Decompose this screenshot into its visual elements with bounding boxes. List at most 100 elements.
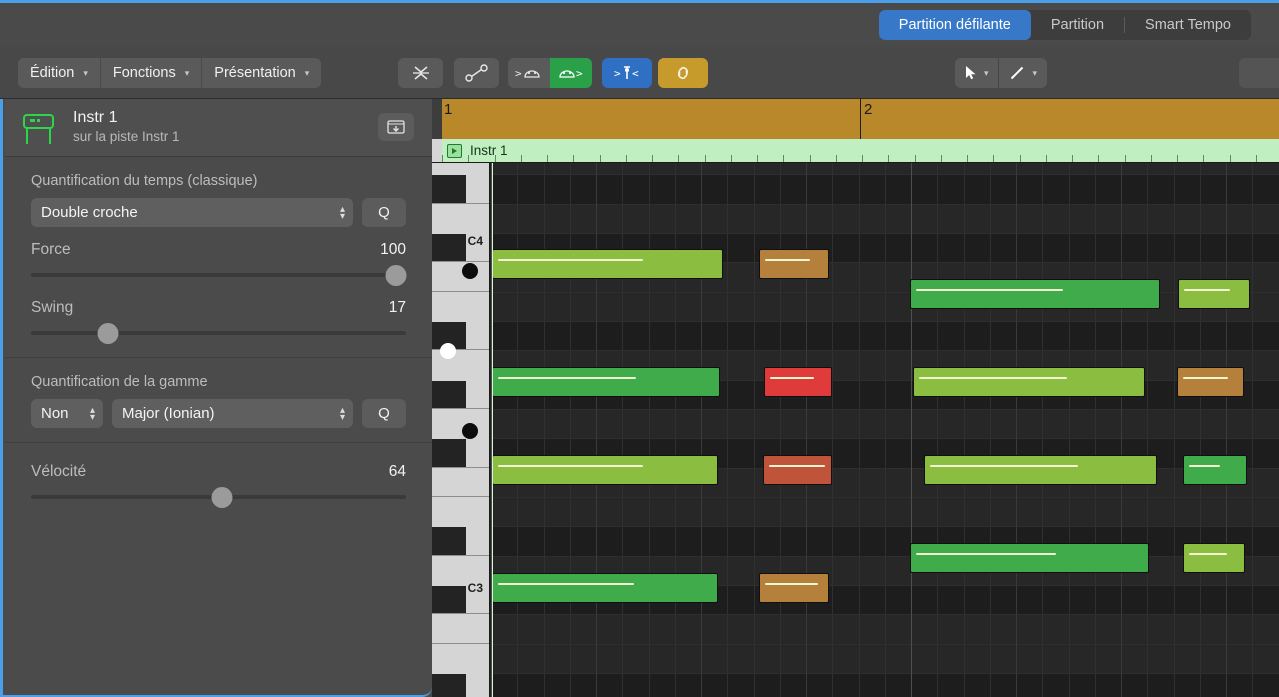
- link-button[interactable]: [658, 58, 708, 88]
- scale-root-select[interactable]: Non ▴▾: [31, 399, 103, 428]
- region-tick: [915, 155, 916, 162]
- mode-segment-partition[interactable]: Partition: [1031, 10, 1124, 40]
- region-tick: [573, 155, 574, 162]
- grid-line: [937, 163, 938, 697]
- grid-line: [964, 163, 965, 697]
- grid-line: [1226, 163, 1227, 697]
- note-curve-button[interactable]: [454, 58, 499, 88]
- midi-note[interactable]: [1183, 455, 1247, 485]
- swing-slider[interactable]: [31, 323, 406, 343]
- midi-in-button[interactable]: >: [508, 58, 550, 88]
- midi-note[interactable]: [492, 367, 720, 397]
- midi-note[interactable]: [759, 573, 829, 603]
- swing-slider-knob[interactable]: [98, 323, 119, 344]
- note-velocity-bar: [498, 465, 643, 467]
- region-tick: [783, 155, 784, 162]
- piano-key-label: C4: [468, 234, 483, 248]
- pencil-tool-button[interactable]: ▾: [998, 58, 1047, 88]
- piano-keyboard[interactable]: C4C3: [432, 163, 490, 697]
- force-slider-knob[interactable]: [386, 265, 407, 286]
- piano-key-marker-dot: [462, 263, 478, 279]
- region-lane[interactable]: Instr 1: [432, 139, 1279, 163]
- download-region-button[interactable]: [378, 113, 414, 141]
- midi-out-button[interactable]: >: [550, 58, 592, 88]
- piano-roll-area: 12 Instr 1 C4C3: [432, 99, 1279, 697]
- scale-type-select[interactable]: Major (Ionian) ▴▾: [112, 399, 353, 428]
- time-quantize-select[interactable]: Double croche ▴▾: [31, 198, 353, 227]
- midi-note[interactable]: [910, 543, 1149, 573]
- velocity-header: Vélocité 64: [31, 463, 406, 481]
- pointer-tool-icon: [965, 65, 977, 81]
- midi-note[interactable]: [492, 455, 718, 485]
- force-value: 100: [380, 241, 406, 259]
- pointer-tool-button[interactable]: ▾: [955, 58, 999, 88]
- grid-line: [780, 163, 781, 697]
- piano-white-key[interactable]: [432, 262, 490, 291]
- collapse-expand-icon: [410, 63, 432, 83]
- grid-line: [911, 163, 912, 697]
- midi-note[interactable]: [910, 279, 1160, 309]
- snap-to-grid-icon: > <: [614, 64, 640, 82]
- midi-note[interactable]: [492, 573, 718, 603]
- bar-ruler[interactable]: 12: [432, 99, 1279, 139]
- piano-black-key[interactable]: [432, 674, 466, 697]
- force-header: Force 100: [31, 241, 406, 259]
- piano-black-key[interactable]: [432, 527, 466, 554]
- mode-segment-smart-tempo[interactable]: Smart Tempo: [1125, 10, 1251, 40]
- velocity-section: Vélocité 64: [5, 443, 432, 521]
- region-tick: [888, 155, 889, 162]
- note-velocity-bar: [1183, 377, 1228, 379]
- scale-quantize-q-button[interactable]: Q: [362, 399, 406, 428]
- velocity-slider[interactable]: [31, 487, 406, 507]
- region-tick: [1230, 155, 1231, 162]
- region-tick: [495, 155, 496, 162]
- scale-quantize-label: Quantification de la gamme: [31, 374, 406, 390]
- midi-note[interactable]: [1183, 543, 1245, 573]
- mode-segment-partition-defilante[interactable]: Partition défilante: [879, 10, 1031, 40]
- piano-white-key[interactable]: [432, 614, 490, 643]
- collapse-expand-button[interactable]: [398, 58, 443, 88]
- note-grid[interactable]: [491, 163, 1279, 697]
- note-velocity-bar: [770, 377, 814, 379]
- midi-note[interactable]: [1178, 279, 1250, 309]
- swing-label: Swing: [31, 299, 73, 317]
- velocity-slider-knob[interactable]: [212, 487, 233, 508]
- piano-white-key[interactable]: [432, 468, 490, 497]
- midi-note[interactable]: [913, 367, 1145, 397]
- menu-edition[interactable]: Édition ▾: [18, 58, 100, 88]
- piano-black-key[interactable]: [432, 234, 466, 261]
- region-play-icon[interactable]: [447, 144, 462, 158]
- chevron-updown-icon: ▴▾: [90, 406, 95, 420]
- grid-line: [727, 163, 728, 697]
- midi-note[interactable]: [1177, 367, 1244, 397]
- note-velocity-bar: [765, 259, 810, 261]
- piano-black-key[interactable]: [432, 439, 466, 466]
- force-slider[interactable]: [31, 265, 406, 285]
- scale-quantize-row: Non ▴▾ Major (Ionian) ▴▾ Q: [31, 399, 406, 428]
- time-quantize-q-button[interactable]: Q: [362, 198, 406, 227]
- scale-type-value: Major (Ionian): [122, 405, 215, 422]
- midi-note[interactable]: [924, 455, 1157, 485]
- toolbar-overflow-area[interactable]: [1239, 58, 1279, 88]
- note-tie-icon: [464, 63, 490, 83]
- bar-line: [860, 99, 861, 139]
- menu-presentation[interactable]: Présentation ▾: [201, 58, 321, 88]
- grid-line: [859, 163, 860, 697]
- view-mode-switch[interactable]: Partition défilante Partition Smart Temp…: [879, 10, 1251, 40]
- note-velocity-bar: [1189, 465, 1220, 467]
- velocity-value: 64: [389, 463, 406, 481]
- menu-fonctions[interactable]: Fonctions ▾: [100, 58, 201, 88]
- bar-number: 1: [444, 101, 452, 118]
- midi-note[interactable]: [764, 367, 832, 397]
- midi-note[interactable]: [763, 455, 832, 485]
- piano-black-key[interactable]: [432, 586, 466, 613]
- midi-note[interactable]: [759, 249, 829, 279]
- piano-black-key[interactable]: [432, 175, 466, 202]
- piano-black-key[interactable]: [432, 381, 466, 408]
- grid-line: [1252, 163, 1253, 697]
- grid-line: [570, 163, 571, 697]
- midi-note[interactable]: [492, 249, 723, 279]
- time-quantize-label: Quantification du temps (classique): [31, 173, 406, 189]
- snap-to-grid-button[interactable]: > <: [602, 58, 652, 88]
- region-tick: [1098, 155, 1099, 162]
